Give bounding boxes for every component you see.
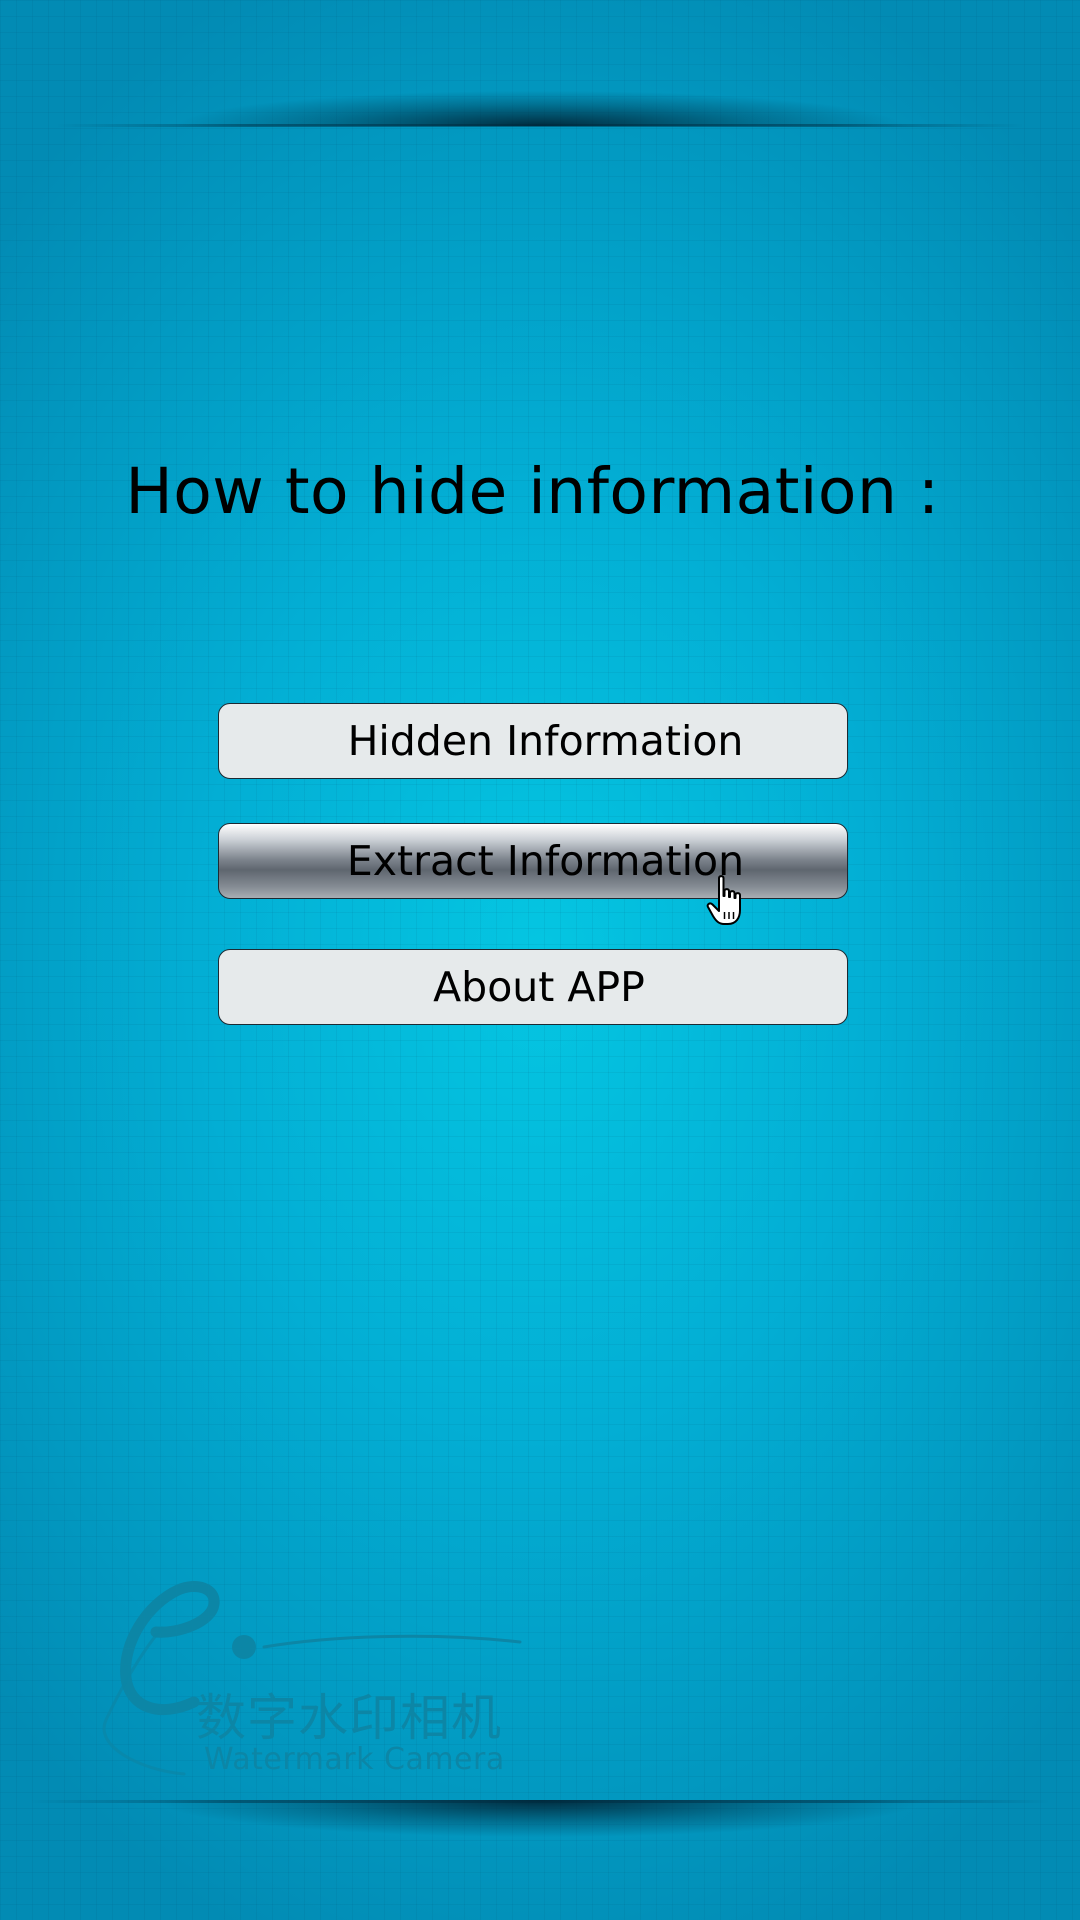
bottom-shadow-edge — [30, 1800, 1050, 1803]
logo-english-text: Watermark Camera — [204, 1742, 505, 1777]
about-app-button[interactable]: About APP — [218, 949, 848, 1025]
hidden-information-button[interactable]: Hidden Information — [218, 703, 848, 779]
top-shadow-edge — [56, 124, 1024, 127]
logo-chinese-text: 数字水印相机 — [196, 1689, 502, 1747]
page-title: How to hide information : — [125, 455, 940, 528]
about-app-label: About APP — [433, 963, 645, 1011]
top-shadow-decoration — [56, 40, 1024, 126]
bottom-shadow-decoration — [30, 1800, 1050, 1890]
hidden-information-label: Hidden Information — [347, 717, 744, 765]
extract-information-button[interactable]: Extract Information — [218, 823, 848, 899]
hand-pointer-icon — [706, 875, 741, 925]
extract-information-label: Extract Information — [346, 837, 745, 885]
